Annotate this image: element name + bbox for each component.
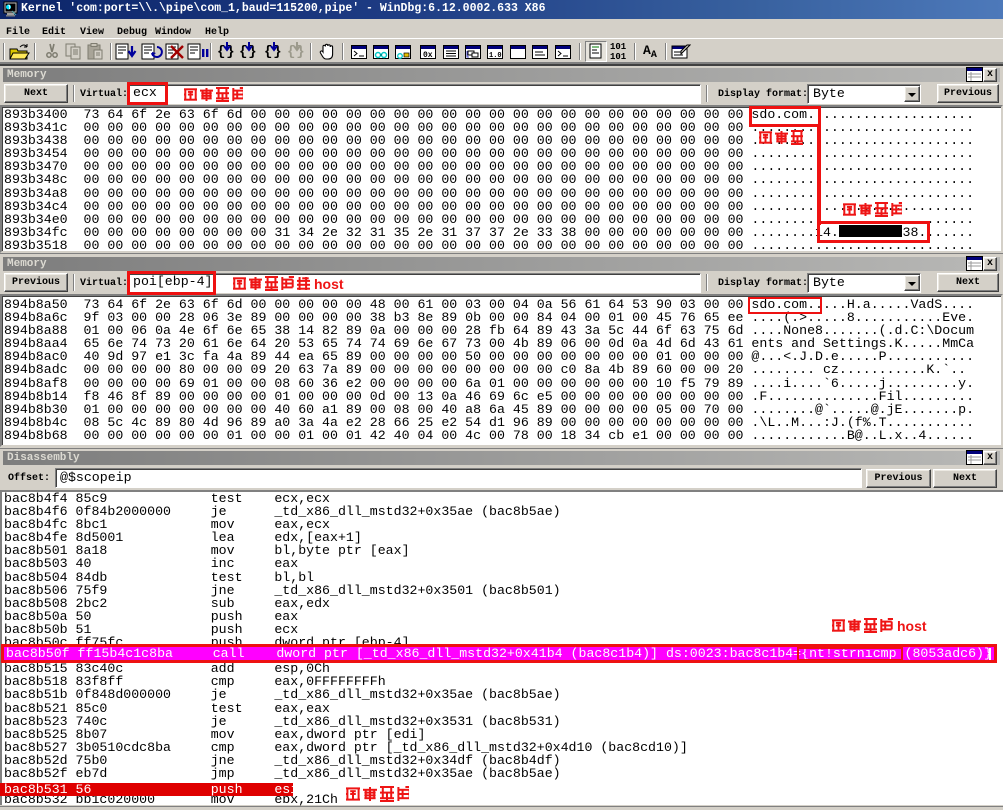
svg-text:host: host: [897, 618, 927, 634]
svg-text:1.0: 1.0: [489, 52, 502, 60]
svg-text:host: host: [314, 276, 344, 292]
svg-text:0x: 0x: [423, 51, 433, 60]
